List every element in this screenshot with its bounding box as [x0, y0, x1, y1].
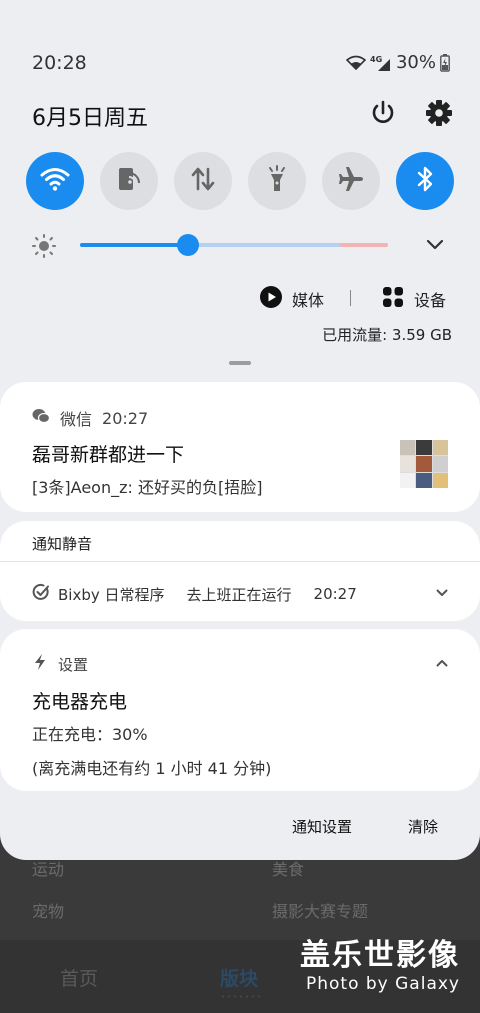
notification-title: 充电器充电 — [32, 691, 128, 713]
lightning-icon — [32, 653, 48, 675]
flashlight-icon — [263, 165, 291, 197]
hotspot-icon — [115, 165, 143, 197]
notification-app-name: 设置 — [58, 655, 89, 674]
notification-title: 磊哥新群都进一下 — [32, 444, 185, 466]
notification-shade: 20:28 4G 30% 6月5日周五 媒体 设备 已用流量: 3.59 GB … — [0, 0, 480, 860]
chevron-down-icon[interactable] — [424, 234, 446, 256]
bixby-notification[interactable]: Bixby 日常程序 去上班正在运行 20:27 — [32, 583, 450, 605]
battery-percent: 30% — [395, 52, 436, 73]
brightness-sun-icon — [30, 232, 58, 260]
divider — [350, 290, 351, 306]
notification-time: 20:27 — [102, 408, 149, 428]
notification-header: 设置 — [32, 653, 88, 675]
brightness-slider[interactable] — [80, 234, 388, 256]
airplane-icon — [336, 164, 366, 198]
brightness-row — [30, 228, 446, 262]
data-arrows-icon — [189, 165, 217, 197]
charging-time-remaining: (离充满电还有约 1 小时 41 分钟) — [32, 759, 272, 778]
wechat-notification[interactable]: 微信 20:27 磊哥新群都进一下 [3条]Aeon_z: 还好买的负[捂脸] — [0, 382, 480, 512]
charging-status: 正在充电：30% — [32, 725, 148, 744]
category-photo-contest[interactable]: 摄影大赛专题 — [272, 898, 368, 922]
devices-label: 设备 — [414, 291, 447, 310]
notification-actions: 通知设置 清除 — [0, 816, 480, 840]
bluetooth-icon — [413, 164, 437, 198]
brightness-thumb[interactable] — [176, 234, 199, 256]
bixby-status-text: 去上班正在运行 — [186, 585, 292, 604]
tab-home[interactable]: 首页 — [60, 964, 98, 991]
tab-sections[interactable]: 版块 — [220, 964, 260, 998]
category-pets[interactable]: 宠物 — [32, 898, 64, 922]
devices-grid-icon — [382, 286, 404, 312]
data-usage-label: 已用流量: 3.59 GB — [322, 326, 452, 344]
status-icons: 4G 30% — [345, 52, 450, 73]
tab-sections-label: 版块 — [220, 968, 259, 990]
notification-settings-button[interactable]: 通知设置 — [292, 816, 352, 837]
date-label: 6月5日周五 — [32, 106, 148, 131]
devices-button[interactable]: 设备 — [382, 286, 446, 312]
galaxy-watermark: 盖乐世影像 Photo by Galaxy — [300, 938, 460, 994]
media-label: 媒体 — [292, 291, 325, 310]
wifi-toggle[interactable] — [26, 152, 84, 210]
watermark-title: 盖乐世影像 — [300, 938, 460, 973]
wechat-icon — [32, 408, 51, 428]
cell-signal-icon: 4G — [370, 54, 392, 72]
silent-notifications: 通知静音 Bixby 日常程序 去上班正在运行 20:27 — [0, 521, 480, 621]
media-button[interactable]: 媒体 — [260, 286, 324, 312]
watermark-subtitle: Photo by Galaxy — [305, 974, 460, 994]
airplane-mode-toggle[interactable] — [322, 152, 380, 210]
bluetooth-toggle[interactable] — [396, 152, 454, 210]
notification-body: [3条]Aeon_z: 还好买的负[捂脸] — [32, 478, 263, 497]
flashlight-toggle[interactable] — [248, 152, 306, 210]
bixby-app-name: Bixby 日常程序 — [58, 585, 165, 604]
play-icon — [260, 286, 282, 312]
brightness-high-zone — [340, 243, 388, 247]
charging-notification[interactable]: 设置 充电器充电 正在充电：30% (离充满电还有约 1 小时 41 分钟) — [0, 629, 480, 791]
status-time: 20:28 — [32, 52, 87, 74]
power-icon[interactable] — [368, 98, 398, 128]
silent-section-title: 通知静音 — [32, 535, 93, 553]
date-row: 6月5日周五 — [32, 98, 454, 131]
group-avatar — [400, 440, 448, 488]
status-bar: 20:28 4G 30% — [32, 52, 450, 76]
chevron-up-icon[interactable] — [434, 655, 450, 675]
divider — [0, 561, 480, 562]
wifi-signal-icon — [345, 55, 366, 71]
network-type: 4G — [370, 55, 382, 64]
bixby-time: 20:27 — [313, 585, 357, 603]
tab-active-indicator — [220, 995, 260, 998]
bixby-check-icon — [32, 583, 50, 605]
media-devices-row: 媒体 设备 — [260, 286, 452, 312]
chevron-down-icon[interactable] — [434, 585, 450, 605]
brightness-fill — [80, 243, 188, 247]
hotspot-toggle[interactable] — [100, 152, 158, 210]
drag-handle[interactable] — [229, 361, 251, 365]
clear-button[interactable]: 清除 — [408, 816, 438, 837]
battery-charging-icon — [440, 53, 450, 72]
mobile-data-toggle[interactable] — [174, 152, 232, 210]
notification-header: 微信 20:27 — [32, 406, 148, 430]
wifi-icon — [39, 166, 71, 196]
gear-icon[interactable] — [424, 98, 454, 128]
quick-settings-toggles — [26, 152, 454, 210]
notification-app-name: 微信 — [60, 410, 93, 429]
